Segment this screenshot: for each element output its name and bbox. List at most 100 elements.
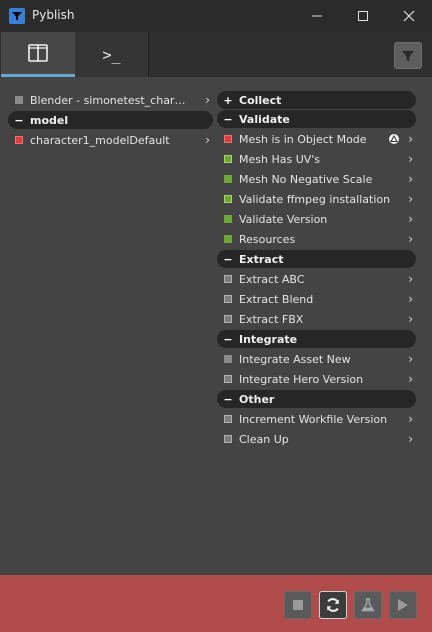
status-indicator-success bbox=[224, 215, 232, 223]
plugin-item[interactable]: Increment Workfile Version › bbox=[217, 409, 416, 429]
status-indicator bbox=[15, 96, 23, 104]
plugin-item[interactable]: Mesh is in Object Mode › bbox=[217, 129, 416, 149]
terminal-icon: >_ bbox=[102, 45, 121, 64]
tab-bar: >_ bbox=[0, 32, 432, 77]
status-indicator-pending bbox=[224, 295, 232, 303]
status-indicator-success bbox=[224, 195, 232, 203]
plugin-label: Resources bbox=[239, 232, 296, 246]
plugin-item[interactable]: Extract ABC › bbox=[217, 269, 416, 289]
chevron-right-icon[interactable]: › bbox=[408, 172, 413, 186]
close-button[interactable] bbox=[386, 0, 432, 32]
section-title: Collect bbox=[239, 93, 282, 107]
plugin-item[interactable]: Clean Up › bbox=[217, 429, 416, 449]
collapse-toggle[interactable]: − bbox=[217, 393, 239, 406]
section-title: Extract bbox=[239, 252, 284, 266]
maximize-button[interactable] bbox=[340, 0, 386, 32]
refresh-icon bbox=[327, 598, 339, 612]
play-icon bbox=[398, 599, 408, 611]
tab-terminal[interactable]: >_ bbox=[75, 32, 149, 77]
status-indicator-pending bbox=[224, 435, 232, 443]
close-icon bbox=[403, 10, 415, 22]
section-header-integrate[interactable]: − Integrate bbox=[217, 330, 416, 348]
status-indicator-pending bbox=[224, 415, 232, 423]
minimize-button[interactable] bbox=[294, 0, 340, 32]
publish-button[interactable] bbox=[389, 591, 417, 619]
collapse-toggle[interactable]: − bbox=[8, 114, 30, 127]
chevron-right-icon[interactable]: › bbox=[408, 132, 413, 146]
section-title: model bbox=[30, 113, 69, 127]
tab-overview[interactable] bbox=[1, 32, 75, 77]
plugin-label: Extract ABC bbox=[239, 272, 305, 286]
section-header-extract[interactable]: − Extract bbox=[217, 250, 416, 268]
plugin-item[interactable]: Integrate Asset New › bbox=[217, 349, 416, 369]
window-title: Pyblish bbox=[32, 8, 75, 22]
chevron-right-icon[interactable]: › bbox=[408, 292, 413, 306]
collapse-toggle[interactable]: − bbox=[217, 113, 239, 126]
status-indicator-success bbox=[224, 155, 232, 163]
plugins-panel: + Collect − Validate Mesh is in Object M… bbox=[217, 90, 416, 449]
status-indicator-error bbox=[15, 136, 23, 144]
section-title: Integrate bbox=[239, 332, 298, 346]
chevron-right-icon[interactable]: › bbox=[408, 372, 413, 386]
flask-icon bbox=[361, 598, 375, 612]
plugin-label: Increment Workfile Version bbox=[239, 412, 388, 426]
plugin-label: Mesh No Negative Scale bbox=[239, 172, 373, 186]
filter-icon bbox=[402, 50, 414, 61]
plugin-item[interactable]: Validate ffmpeg installation › bbox=[217, 189, 416, 209]
filter-button[interactable] bbox=[394, 42, 422, 69]
section-title: Validate bbox=[239, 112, 290, 126]
status-indicator-pending bbox=[224, 355, 232, 363]
chevron-right-icon[interactable]: › bbox=[205, 133, 210, 147]
chevron-right-icon[interactable]: › bbox=[408, 212, 413, 226]
section-header-model[interactable]: − model bbox=[8, 111, 213, 129]
chevron-right-icon[interactable]: › bbox=[408, 412, 413, 426]
chevron-right-icon[interactable]: › bbox=[408, 352, 413, 366]
expand-toggle[interactable]: + bbox=[217, 94, 239, 107]
chevron-right-icon[interactable]: › bbox=[408, 312, 413, 326]
chevron-right-icon[interactable]: › bbox=[408, 432, 413, 446]
status-indicator-success bbox=[224, 175, 232, 183]
footer-status-bar bbox=[0, 575, 432, 632]
list-item-context[interactable]: Blender - simonetest_charact... › bbox=[8, 90, 213, 110]
chevron-right-icon[interactable]: › bbox=[408, 192, 413, 206]
plugin-label: Clean Up bbox=[239, 432, 289, 446]
section-header-validate[interactable]: − Validate bbox=[217, 110, 416, 128]
status-indicator-pending bbox=[224, 375, 232, 383]
section-header-collect[interactable]: + Collect bbox=[217, 91, 416, 109]
instance-label: Blender - simonetest_charact... bbox=[30, 93, 190, 107]
chevron-right-icon[interactable]: › bbox=[408, 272, 413, 286]
status-indicator-pending bbox=[224, 315, 232, 323]
list-item-instance[interactable]: character1_modelDefault › bbox=[8, 130, 213, 150]
collapse-toggle[interactable]: − bbox=[217, 253, 239, 266]
plugin-item[interactable]: Integrate Hero Version › bbox=[217, 369, 416, 389]
title-bar: Pyblish bbox=[0, 0, 432, 32]
plugin-item[interactable]: Mesh Has UV's › bbox=[217, 149, 416, 169]
plugin-label: Extract FBX bbox=[239, 312, 304, 326]
chevron-right-icon[interactable]: › bbox=[205, 93, 210, 107]
split-view-icon bbox=[28, 44, 48, 62]
plugin-item[interactable]: Mesh No Negative Scale › bbox=[217, 169, 416, 189]
collapse-toggle[interactable]: − bbox=[217, 333, 239, 346]
section-header-other[interactable]: − Other bbox=[217, 390, 416, 408]
status-indicator-pending bbox=[224, 275, 232, 283]
plugin-item[interactable]: Extract FBX › bbox=[217, 309, 416, 329]
validate-button[interactable] bbox=[354, 591, 382, 619]
maximize-icon bbox=[358, 11, 368, 21]
reset-button[interactable] bbox=[319, 591, 347, 619]
chevron-right-icon[interactable]: › bbox=[408, 152, 413, 166]
plugin-item[interactable]: Validate Version › bbox=[217, 209, 416, 229]
pyblish-logo-icon bbox=[9, 8, 25, 24]
minimize-icon bbox=[312, 15, 322, 17]
plugin-label: Mesh Has UV's bbox=[239, 152, 321, 166]
section-title: Other bbox=[239, 392, 275, 406]
plugin-label: Mesh is in Object Mode bbox=[239, 132, 367, 146]
plugin-label: Integrate Asset New bbox=[239, 352, 351, 366]
plugin-item[interactable]: Resources › bbox=[217, 229, 416, 249]
status-indicator-success bbox=[224, 235, 232, 243]
plugin-label: Validate Version bbox=[239, 212, 328, 226]
instances-panel: Blender - simonetest_charact... › − mode… bbox=[8, 90, 213, 150]
warning-icon[interactable] bbox=[389, 134, 399, 144]
stop-button[interactable] bbox=[284, 591, 312, 619]
plugin-item[interactable]: Extract Blend › bbox=[217, 289, 416, 309]
chevron-right-icon[interactable]: › bbox=[408, 232, 413, 246]
